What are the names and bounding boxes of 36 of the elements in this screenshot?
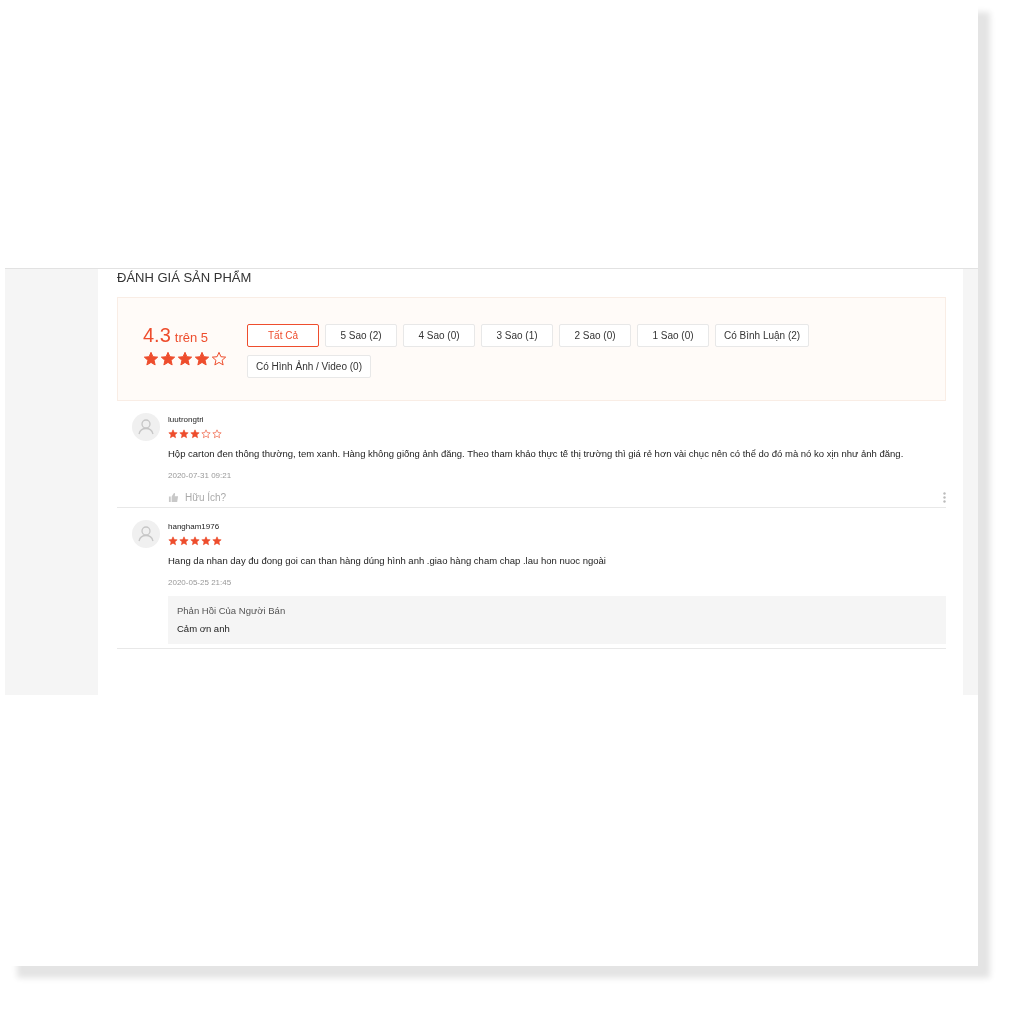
rating-scale: trên 5 — [174, 330, 209, 345]
star-icon — [212, 536, 222, 546]
rating-score: 4.3 — [143, 324, 171, 346]
avatar-icon — [132, 520, 160, 548]
more-icon[interactable] — [943, 492, 946, 503]
filter-button[interactable]: 2 Sao (0) — [559, 324, 631, 347]
filter-button[interactable]: Có Bình Luận (2) — [715, 324, 810, 347]
filter-button[interactable]: 3 Sao (1) — [481, 324, 553, 347]
thumbs-up-icon — [168, 492, 179, 503]
star-icon — [194, 351, 210, 367]
reply-title: Phản Hồi Của Người Bán — [177, 605, 287, 616]
review-time: 2020-07-31 09:21 — [168, 471, 233, 480]
empty-star-icon — [212, 429, 222, 439]
review-text: Hộp carton đen thông thường, tem xanh. Hàng không giống ảnh đăng. Theo tham khảo thực tế thị trường thì giá rẻ hơn vài chục nên có thể do đó mà nó ko xịn như ảnh đăng. — [168, 448, 905, 460]
star-icon — [179, 429, 189, 439]
star-icon — [201, 536, 211, 546]
username: luutrongtri — [168, 415, 205, 424]
review-time: 2020-05-25 21:45 — [168, 578, 233, 587]
star-icon — [177, 351, 193, 367]
filter-button[interactable]: 4 Sao (0) — [403, 324, 475, 347]
filter-button[interactable]: 5 Sao (2) — [325, 324, 397, 347]
reply-text: Cảm ơn anh — [177, 623, 231, 634]
star-icon — [190, 429, 200, 439]
star-icon — [168, 536, 178, 546]
filter-button[interactable]: Tất Cả — [247, 324, 319, 347]
star-icon — [143, 351, 159, 367]
review-text: Hang da nhan day đu đong goi can than hàng dúng hình anh .giao hàng cham chap .lau hon nuoc ngoài — [168, 555, 607, 567]
star-icon — [190, 536, 200, 546]
filter-button[interactable]: 1 Sao (0) — [637, 324, 709, 347]
avatar-icon — [132, 413, 160, 441]
section-title: ĐÁNH GIÁ SẢN PHẨM — [117, 269, 253, 287]
star-icon — [160, 351, 176, 367]
username: hangham1976 — [168, 522, 221, 531]
star-icon — [179, 536, 189, 546]
filter-button[interactable]: Có Hình Ảnh / Video (0) — [247, 355, 371, 378]
star-icon — [168, 429, 178, 439]
